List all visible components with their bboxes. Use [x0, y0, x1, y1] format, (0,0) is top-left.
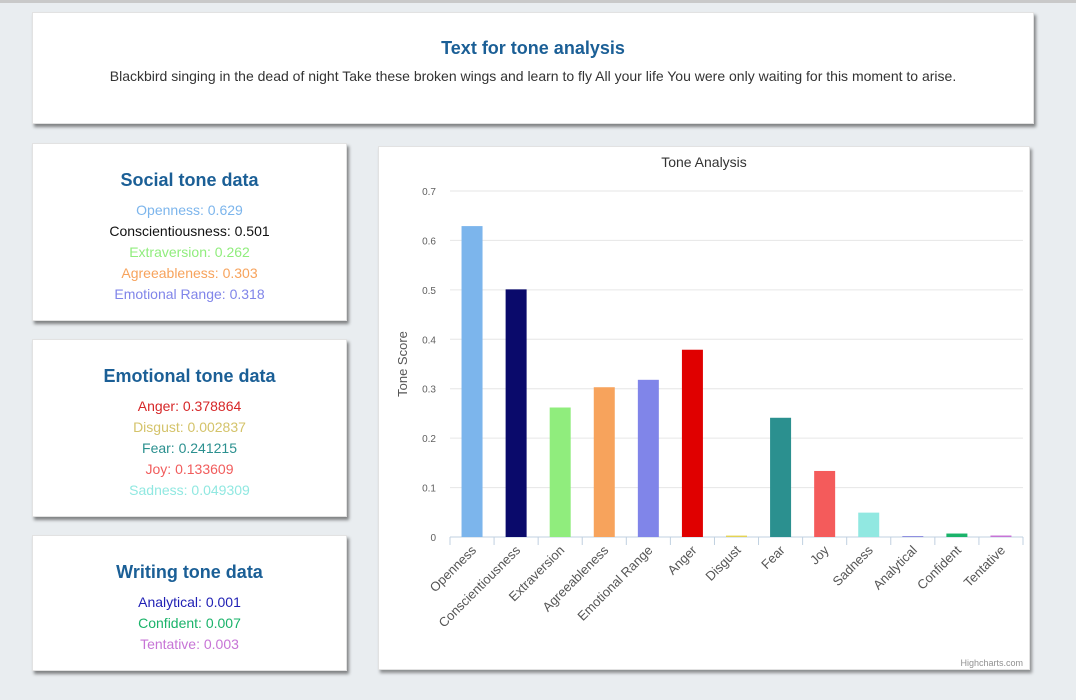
emotional-value-item: Anger: 0.378864 [137, 398, 242, 414]
bar-conscientiousness[interactable] [505, 289, 527, 537]
x-tick-label: Conscientiousness [435, 542, 523, 630]
x-tick-label: Confident [914, 542, 964, 592]
tone-chart-card: Tone Analysis Tone Score 0 0.1 0.2 0.3 0.4 0.… [378, 146, 1030, 670]
social-value-item: Extraversion: 0.262 [129, 244, 250, 260]
top-border [0, 0, 1076, 3]
social-value-item: Emotional Range: 0.318 [114, 286, 265, 302]
bar-disgust[interactable] [726, 535, 747, 537]
x-tick-label: Analytical [870, 542, 920, 592]
x-tick-label: Tentative [961, 543, 1008, 590]
y-tick-label: 0.5 [422, 286, 436, 297]
bar-emotional-range[interactable] [637, 379, 659, 537]
y-tick-label: 0.2 [422, 434, 436, 445]
chart-title: Tone Analysis [661, 154, 747, 170]
writing-value-item: Tentative: 0.003 [140, 636, 239, 652]
bar-extraversion[interactable] [549, 407, 571, 537]
bar-sadness[interactable] [858, 512, 880, 537]
y-axis-label: Tone Score [395, 331, 410, 397]
chart-credits[interactable]: Highcharts.com [960, 658, 1023, 668]
emotional-card-title: Emotional tone data [103, 366, 276, 386]
bar-joy[interactable] [814, 470, 836, 537]
x-tick-label: Disgust [702, 542, 744, 584]
x-tick-label: Joy [807, 542, 832, 567]
emotional-value-item: Disgust: 0.002837 [133, 419, 246, 435]
emotional-value-item: Sadness: 0.049309 [129, 482, 250, 498]
text-analysis-card: Text for tone analysis Blackbird singing… [32, 12, 1034, 124]
y-tick-label: 0 [430, 533, 436, 544]
social-value-item: Agreeableness: 0.303 [121, 265, 258, 281]
x-tick-label: Anger [664, 542, 700, 578]
writing-card-title: Writing tone data [116, 562, 263, 582]
emotional-value-item: Fear: 0.241215 [142, 440, 237, 456]
bar-confident[interactable] [946, 533, 968, 537]
bar-agreeableness[interactable] [593, 387, 615, 537]
x-tick-label: Fear [758, 542, 788, 572]
analyzed-text: Blackbird singing in the dead of night T… [109, 68, 957, 84]
emotional-value-item: Joy: 0.133609 [145, 461, 234, 477]
y-tick-label: 0.6 [422, 236, 436, 247]
emotional-values: Anger: 0.378864 Disgust: 0.002837 Fear: 0.… [33, 396, 346, 501]
writing-value-item: Confident: 0.007 [138, 615, 241, 631]
writing-value-item: Analytical: 0.001 [138, 594, 241, 610]
bar-fear[interactable] [770, 417, 792, 537]
y-tick-label: 0.1 [422, 484, 436, 495]
writing-values: Analytical: 0.001 Confident: 0.007 Tentati… [33, 592, 346, 655]
writing-tone-card: Writing tone data Analytical: 0.001 Confi… [32, 535, 347, 671]
bar-anger[interactable] [681, 349, 703, 537]
y-tick-label: 0.4 [422, 335, 436, 346]
x-tick-label: Emotional Range [574, 543, 655, 624]
social-value-item: Openness: 0.629 [136, 202, 243, 218]
tone-chart: Tone Analysis Tone Score 0 0.1 0.2 0.3 0.4 0.… [395, 154, 1024, 668]
y-tick-label: 0.3 [422, 385, 436, 396]
social-values: Openness: 0.629 Conscientiousness: 0.501 E… [33, 200, 346, 305]
social-tone-card: Social tone data Openness: 0.629 Conscien… [32, 143, 347, 321]
social-value-item: Conscientiousness: 0.501 [109, 223, 270, 239]
y-tick-label: 0.7 [422, 187, 436, 198]
emotional-tone-card: Emotional tone data Anger: 0.378864 Disgu… [32, 339, 347, 517]
text-card-title: Text for tone analysis [441, 38, 625, 58]
bar-openness[interactable] [461, 226, 483, 537]
social-card-title: Social tone data [120, 170, 259, 190]
bar-tentative[interactable] [990, 535, 1012, 537]
